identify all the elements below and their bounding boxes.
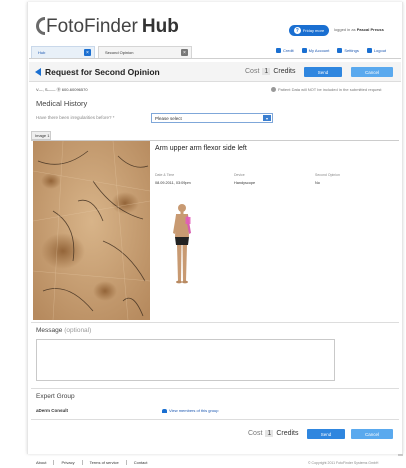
logout-link[interactable]: Logout (366, 48, 386, 54)
expert-group-name: aDerm Consult (36, 408, 69, 413)
divider (31, 388, 399, 389)
logged-user: Pascal Preuss (356, 27, 384, 32)
close-icon[interactable]: × (84, 49, 91, 56)
fotofinder-hub-logo: FotoFinder Hub (36, 14, 179, 38)
question-icon: ? (293, 27, 301, 34)
logo-swoosh-icon (36, 17, 45, 35)
cost-display: Cost 1 Credits (245, 68, 296, 75)
cancel-button[interactable]: Cancel (351, 67, 393, 77)
page-title: Request for Second Opinion (45, 67, 160, 77)
logged-in-info: logged in as Pascal Preuss (334, 27, 384, 32)
footer-privacy-link[interactable]: Privacy (54, 460, 83, 465)
power-icon (366, 48, 372, 54)
cost-value: 1 (262, 68, 271, 75)
medical-history-heading: Medical History (36, 99, 88, 108)
message-textarea[interactable] (36, 339, 335, 381)
image-tab[interactable]: Image 1 (31, 131, 51, 140)
top-links: Credit My Account Settings Logout (276, 48, 386, 54)
meta-label-second-opinion: Second Opinion (315, 173, 340, 177)
view-members-link[interactable]: View members of this group (162, 408, 219, 413)
settings-link[interactable]: Settings (337, 48, 359, 54)
patient-data-warning: Patient Data will NOT be included in the… (271, 87, 382, 93)
patient-info: V—, S—— Ⓑ 600-60096570 (36, 87, 88, 92)
cancel-button-bottom[interactable]: Cancel (351, 429, 393, 439)
footer-terms-link[interactable]: Terms of service (83, 460, 127, 465)
gear-icon (337, 48, 343, 54)
divider (31, 419, 399, 420)
meta-value-date: 08.09.2011, 03:09pm (155, 181, 191, 185)
info-icon (271, 87, 276, 93)
credit-link[interactable]: Credit (276, 48, 294, 54)
meta-value-second-opinion: No (315, 181, 320, 185)
footer-contact-link[interactable]: Contact (127, 460, 155, 465)
message-label: Message (optional) (36, 327, 92, 334)
title-row: Request for Second Opinion Cost 1 Credit… (29, 62, 401, 82)
group-icon (162, 408, 167, 413)
meta-label-date: Date & Time (155, 173, 175, 177)
skin-texture (33, 141, 150, 320)
tab-second-opinion[interactable]: Second Opinion × (98, 46, 192, 58)
tab-hub[interactable]: Hub × (31, 46, 95, 58)
copyright: © Copyright 2011 FotoFinder Systems GmbH (308, 461, 379, 465)
cost-display-bottom: Cost 1 Credits (248, 430, 299, 437)
meta-label-device: Device (234, 173, 245, 177)
footer-about-link[interactable]: About (29, 460, 55, 465)
help-button[interactable]: ? Friday more (289, 25, 329, 36)
send-button[interactable]: Send (304, 67, 342, 77)
my-account-link[interactable]: My Account (301, 48, 329, 54)
send-button-bottom[interactable]: Send (307, 429, 345, 439)
chevron-down-icon: ▾ (263, 115, 271, 121)
meta-value-device: Handyscope (234, 181, 256, 185)
cost-value-bottom: 1 (265, 430, 274, 437)
body-location: Arm upper arm flexor side left (155, 145, 247, 152)
close-icon[interactable]: × (181, 49, 188, 56)
expert-group-heading: Expert Group (36, 393, 75, 400)
body-map-figure[interactable] (170, 203, 194, 285)
back-arrow-icon[interactable] (35, 68, 41, 76)
user-icon (301, 48, 307, 54)
dermoscopy-image[interactable] (33, 141, 150, 320)
irregularities-question: Have there been irregularities before? * (36, 115, 115, 120)
divider (31, 322, 399, 323)
irregularities-select[interactable]: Please select ▾ (151, 113, 273, 123)
credit-icon (276, 48, 281, 54)
